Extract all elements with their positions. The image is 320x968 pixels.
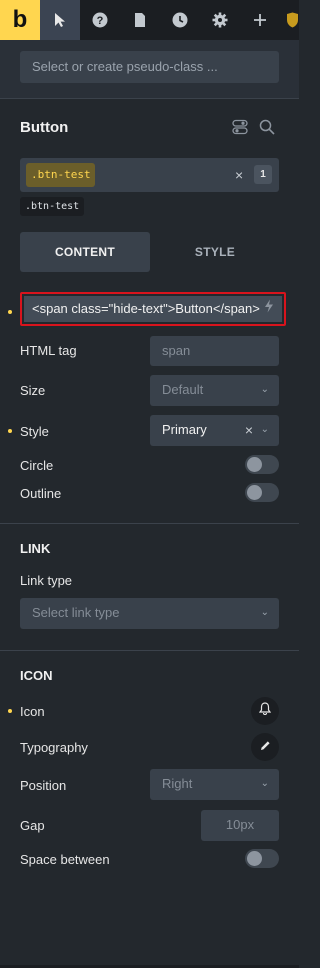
chevron-down-icon[interactable]: ⌄ — [261, 415, 269, 445]
modified-indicator — [8, 709, 12, 713]
link-type-value: Select link type — [32, 605, 120, 620]
search-icon[interactable] — [259, 119, 275, 140]
bell-icon — [258, 702, 272, 720]
shield-icon[interactable] — [280, 0, 299, 40]
tab-style[interactable]: STYLE — [150, 232, 280, 272]
text-control[interactable]: <span class="hide-text">Button</span> — [20, 292, 286, 326]
chevron-down-icon: ⌄ — [260, 778, 269, 789]
toggle-knob — [247, 851, 262, 866]
gap-input[interactable]: 10px — [201, 810, 279, 841]
builder-logo[interactable]: b — [0, 0, 40, 40]
space-between-label: Space between — [20, 852, 110, 867]
link-type-label: Link type — [20, 573, 73, 588]
position-label: Position — [20, 778, 67, 793]
pseudo-class-input[interactable]: Select or create pseudo-class ... — [20, 51, 279, 83]
toggle-knob — [247, 457, 262, 472]
outline-toggle[interactable] — [245, 483, 279, 502]
add-icon[interactable] — [240, 0, 280, 40]
circle-label: Circle — [20, 458, 54, 473]
pages-icon[interactable] — [120, 0, 160, 40]
panel-title: Button — [20, 119, 69, 136]
outline-label: Outline — [20, 486, 62, 501]
pointer-icon[interactable] — [40, 0, 80, 40]
modified-indicator — [8, 310, 12, 314]
divider — [0, 650, 299, 651]
icon-picker-button[interactable] — [251, 697, 279, 725]
size-select[interactable]: Default ⌄ — [150, 375, 279, 406]
pencil-icon — [260, 738, 271, 756]
dynamic-data-icon[interactable] — [264, 299, 274, 318]
style-label: Style — [20, 424, 49, 439]
gap-label: Gap — [20, 818, 45, 833]
toggle-view-icon[interactable] — [232, 119, 248, 140]
icon-label: Icon — [20, 704, 45, 719]
history-icon[interactable] — [160, 0, 200, 40]
html-tag-label: HTML tag — [20, 343, 77, 358]
settings-icon[interactable] — [200, 0, 240, 40]
divider — [0, 98, 299, 99]
style-value: Primary — [162, 422, 207, 437]
position-select[interactable]: Right ⌄ — [150, 769, 279, 800]
style-select[interactable]: Primary × ⌄ — [150, 415, 279, 446]
toggle-knob — [247, 485, 262, 500]
link-type-select[interactable]: Select link type ⌄ — [20, 598, 279, 629]
modified-indicator — [8, 429, 12, 433]
text-input[interactable]: <span class="hide-text">Button</span> — [24, 296, 282, 322]
close-icon[interactable]: × — [245, 415, 253, 445]
tab-content[interactable]: CONTENT — [20, 232, 150, 272]
html-tag-input[interactable]: span — [150, 336, 279, 366]
svg-text:?: ? — [97, 15, 104, 27]
class-count-badge: 1 — [254, 165, 272, 184]
typography-edit-button[interactable] — [251, 733, 279, 761]
icon-section-title[interactable]: ICON — [20, 668, 53, 683]
size-label: Size — [20, 383, 46, 398]
space-between-toggle[interactable] — [245, 849, 279, 868]
class-tag: .btn-test — [20, 197, 85, 216]
size-value: Default — [162, 382, 204, 397]
chevron-down-icon: ⌄ — [260, 607, 269, 618]
circle-toggle[interactable] — [245, 455, 279, 474]
active-class-chip[interactable]: .btn-test — [26, 163, 95, 187]
close-icon[interactable]: × — [235, 167, 243, 183]
chevron-down-icon: ⌄ — [260, 384, 269, 395]
link-section-title[interactable]: LINK — [20, 541, 50, 556]
position-value: Right — [162, 776, 193, 791]
divider — [0, 523, 299, 524]
help-icon[interactable]: ? — [80, 0, 120, 40]
typography-label: Typography — [20, 740, 88, 755]
